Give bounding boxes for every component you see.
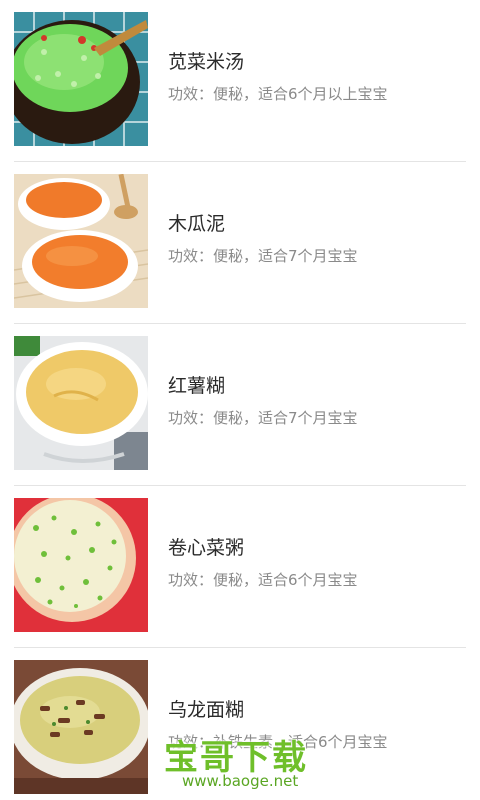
list-item[interactable]: 红薯糊 功效：便秘，适合7个月宝宝: [0, 324, 480, 486]
list-item[interactable]: 木瓜泥 功效：便秘，适合7个月宝宝: [0, 162, 480, 324]
sweet-potato-paste-photo: [14, 336, 148, 470]
amaranth-rice-soup-photo: [14, 12, 148, 146]
recipe-effect: 功效：便秘，适合7个月宝宝: [168, 409, 358, 427]
recipe-effect: 功效：便秘，适合7个月宝宝: [168, 247, 358, 265]
recipe-thumbnail: [14, 498, 148, 632]
recipe-thumbnail: [14, 174, 148, 308]
list-item[interactable]: 乌龙面糊 功效：补铁生素，适合6个月宝宝: [0, 648, 480, 800]
recipe-effect: 功效：便秘，适合6个月以上宝宝: [168, 85, 388, 103]
cabbage-porridge-photo: [14, 498, 148, 632]
recipe-list: 苋菜米汤 功效：便秘，适合6个月以上宝宝 木瓜泥 功效：便秘，适合7个月宝宝 红…: [0, 0, 480, 800]
recipe-thumbnail: [14, 660, 148, 794]
oolong-noodle-paste-photo: [14, 660, 148, 794]
recipe-title: 木瓜泥: [168, 213, 226, 235]
recipe-thumbnail: [14, 336, 148, 470]
recipe-title: 乌龙面糊: [168, 699, 245, 721]
list-item[interactable]: 卷心菜粥 功效：便秘，适合6个月宝宝: [0, 486, 480, 648]
recipe-title: 卷心菜粥: [168, 537, 245, 559]
recipe-title: 苋菜米汤: [168, 51, 245, 73]
papaya-puree-photo: [14, 174, 148, 308]
recipe-title: 红薯糊: [168, 375, 226, 397]
list-item[interactable]: 苋菜米汤 功效：便秘，适合6个月以上宝宝: [0, 0, 480, 162]
recipe-thumbnail: [14, 12, 148, 146]
recipe-effect: 功效：便秘，适合6个月宝宝: [168, 571, 358, 589]
recipe-effect: 功效：补铁生素，适合6个月宝宝: [168, 733, 388, 751]
